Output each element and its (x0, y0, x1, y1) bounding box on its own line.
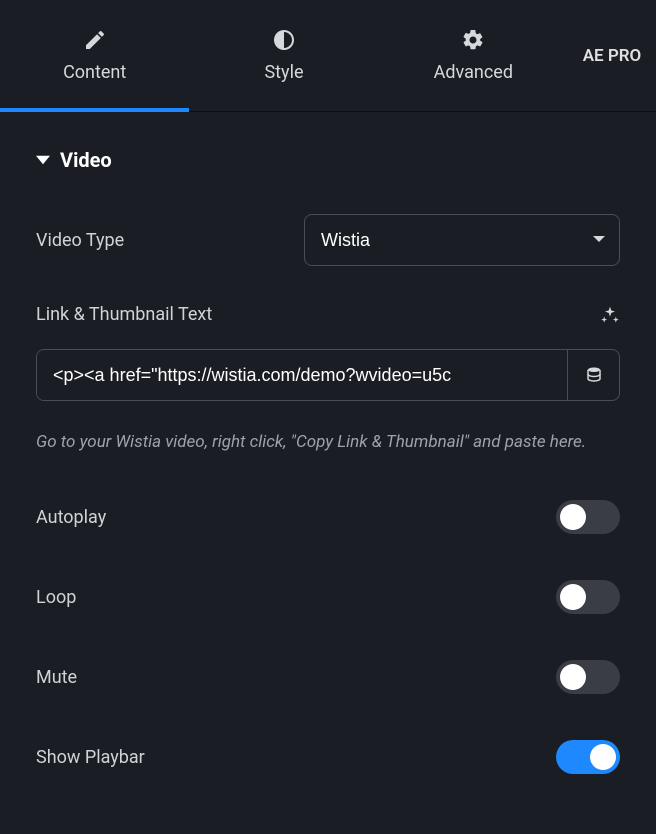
row-link-thumbnail-label: Link & Thumbnail Text (36, 304, 620, 325)
row-playbar: Show Playbar (36, 740, 620, 774)
row-autoplay: Autoplay (36, 500, 620, 534)
tab-advanced-label: Advanced (434, 62, 513, 83)
video-type-select[interactable]: Wistia (304, 214, 620, 266)
tab-content[interactable]: Content (0, 0, 189, 111)
autoplay-toggle[interactable] (556, 500, 620, 534)
gear-icon (461, 28, 485, 52)
pencil-icon (83, 28, 107, 52)
pro-badge: AE PRO (568, 0, 656, 111)
caret-down-icon (36, 153, 50, 167)
panel-content: Video Video Type Wistia Link & Thumbnail… (0, 112, 656, 774)
row-video-type: Video Type Wistia (36, 214, 620, 266)
video-type-label: Video Type (36, 230, 124, 251)
link-thumbnail-input[interactable] (37, 350, 567, 400)
row-mute: Mute (36, 660, 620, 694)
section-header-video[interactable]: Video (36, 148, 620, 172)
link-thumbnail-hint: Go to your Wistia video, right click, "C… (36, 429, 620, 456)
link-thumbnail-label: Link & Thumbnail Text (36, 304, 212, 325)
tab-advanced[interactable]: Advanced (379, 0, 568, 111)
section-title: Video (60, 148, 112, 172)
playbar-label: Show Playbar (36, 747, 145, 768)
contrast-icon (272, 28, 296, 52)
tab-style[interactable]: Style (189, 0, 378, 111)
playbar-toggle[interactable] (556, 740, 620, 774)
tab-style-label: Style (264, 62, 303, 83)
sparkle-icon[interactable] (600, 305, 620, 325)
video-type-select-wrap: Wistia (304, 214, 620, 266)
autoplay-label: Autoplay (36, 507, 106, 528)
link-thumbnail-input-row (36, 349, 620, 401)
tab-content-label: Content (63, 62, 126, 83)
mute-toggle[interactable] (556, 660, 620, 694)
dynamic-tags-button[interactable] (567, 350, 619, 400)
database-icon (585, 366, 603, 384)
mute-label: Mute (36, 667, 77, 688)
row-loop: Loop (36, 580, 620, 614)
loop-label: Loop (36, 587, 76, 608)
tab-bar: Content Style Advanced AE PRO (0, 0, 656, 112)
loop-toggle[interactable] (556, 580, 620, 614)
